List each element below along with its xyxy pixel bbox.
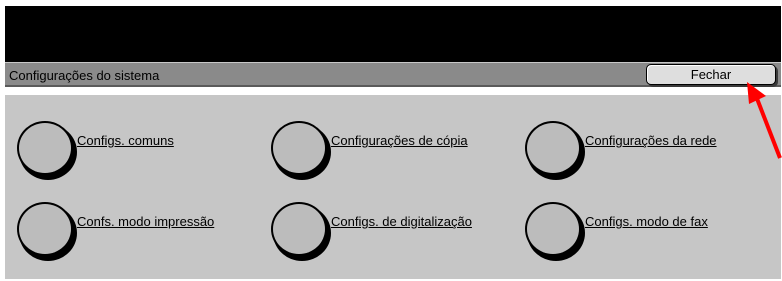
- round-button-icon[interactable]: [271, 121, 335, 185]
- option-label[interactable]: Configurações de cópia: [331, 133, 468, 148]
- option-label[interactable]: Configs. modo de fax: [585, 214, 708, 229]
- option-label[interactable]: Confs. modo impressão: [77, 214, 214, 229]
- screen-title: Configurações do sistema: [9, 68, 160, 83]
- round-button-icon[interactable]: [271, 202, 335, 266]
- close-button-label: Fechar: [690, 67, 732, 82]
- round-button-icon[interactable]: [525, 121, 589, 185]
- close-button[interactable]: Fechar: [646, 64, 776, 85]
- black-header-area: [5, 6, 781, 62]
- round-button-icon[interactable]: [17, 121, 81, 185]
- round-button-icon[interactable]: [17, 202, 81, 266]
- system-settings-screen: Configurações do sistema Fechar Configs.…: [0, 0, 782, 281]
- option-label[interactable]: Configurações da rede: [585, 133, 717, 148]
- option-label[interactable]: Configs. comuns: [77, 133, 174, 148]
- round-button-icon[interactable]: [525, 202, 589, 266]
- options-panel: Configs. comuns Configurações de cópia C…: [5, 95, 781, 279]
- option-label[interactable]: Configs. de digitalização: [331, 214, 472, 229]
